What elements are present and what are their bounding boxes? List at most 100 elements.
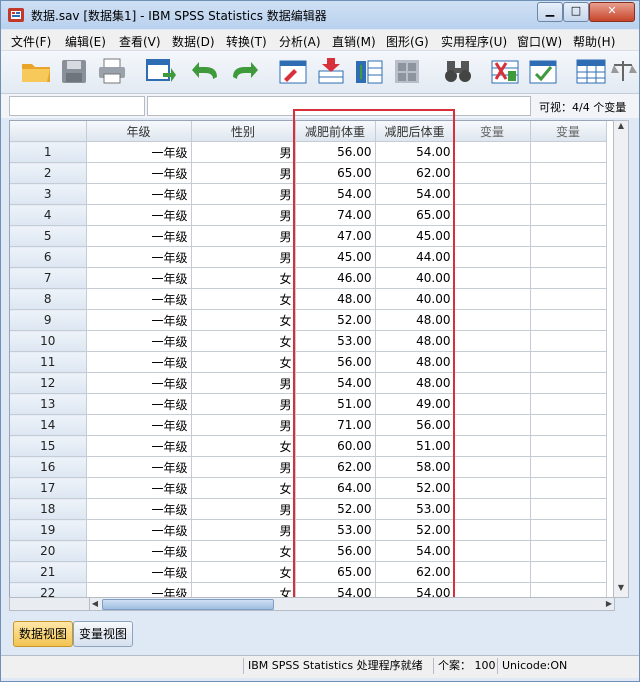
- cell-weight-after[interactable]: 54.00: [375, 582, 455, 597]
- select-cases-icon[interactable]: [526, 55, 560, 87]
- menu-edit[interactable]: 编辑(E): [65, 33, 106, 50]
- column-header-weight-after[interactable]: 减肥后体重: [375, 121, 455, 142]
- row-number[interactable]: 17: [10, 477, 87, 499]
- cell-weight-after[interactable]: 40.00: [375, 267, 455, 289]
- corner-cell[interactable]: [10, 121, 87, 142]
- row-number[interactable]: 1: [10, 141, 87, 163]
- cell-weight-after[interactable]: 56.00: [375, 414, 455, 436]
- cell-grade[interactable]: 一年级: [86, 435, 192, 457]
- row-number[interactable]: 11: [10, 351, 87, 373]
- row-number[interactable]: 21: [10, 561, 87, 583]
- cell-empty[interactable]: [454, 540, 531, 562]
- close-button[interactable]: ✕: [589, 2, 635, 22]
- menu-window[interactable]: 窗口(W): [517, 33, 562, 50]
- cell-weight-after[interactable]: 54.00: [375, 540, 455, 562]
- cell-name-field[interactable]: [9, 96, 145, 116]
- cell-grade[interactable]: 一年级: [86, 141, 192, 163]
- row-number[interactable]: 9: [10, 309, 87, 331]
- split-file-icon[interactable]: [390, 55, 424, 87]
- cell-sex[interactable]: 男: [191, 414, 296, 436]
- save-disk-icon[interactable]: [57, 55, 91, 87]
- tab-data-view[interactable]: 数据视图: [13, 621, 74, 647]
- table-row[interactable]: 14 一年级男 71.00 56.00: [10, 414, 607, 436]
- cell-empty[interactable]: [454, 309, 531, 331]
- cell-empty[interactable]: [530, 162, 607, 184]
- cell-weight-before[interactable]: 62.00: [295, 456, 376, 478]
- table-row[interactable]: 4 一年级男 74.00 65.00: [10, 204, 607, 226]
- cell-grade[interactable]: 一年级: [86, 582, 192, 597]
- row-number[interactable]: 20: [10, 540, 87, 562]
- table-row[interactable]: 12 一年级男 54.00 48.00: [10, 372, 607, 394]
- cell-sex[interactable]: 男: [191, 372, 296, 394]
- table-row[interactable]: 19 一年级男 53.00 52.00: [10, 519, 607, 541]
- cell-empty[interactable]: [454, 204, 531, 226]
- cell-grade[interactable]: 一年级: [86, 204, 192, 226]
- table-row[interactable]: 20 一年级女 56.00 54.00: [10, 540, 607, 562]
- row-header-scrollbar[interactable]: [9, 597, 91, 611]
- cell-weight-before[interactable]: 54.00: [295, 183, 376, 205]
- cell-empty[interactable]: [454, 582, 531, 597]
- cell-weight-before[interactable]: 48.00: [295, 288, 376, 310]
- cell-empty[interactable]: [454, 225, 531, 247]
- cell-weight-before[interactable]: 56.00: [295, 141, 376, 163]
- cell-weight-before[interactable]: 51.00: [295, 393, 376, 415]
- scroll-left-arrow-icon[interactable]: ◀: [90, 598, 100, 610]
- cell-sex[interactable]: 男: [191, 162, 296, 184]
- cell-weight-before[interactable]: 65.00: [295, 162, 376, 184]
- column-header-grade[interactable]: 年级: [86, 121, 192, 142]
- cell-weight-after[interactable]: 65.00: [375, 204, 455, 226]
- cell-weight-after[interactable]: 58.00: [375, 456, 455, 478]
- cell-weight-after[interactable]: 51.00: [375, 435, 455, 457]
- scroll-right-arrow-icon[interactable]: ▶: [604, 598, 614, 610]
- cell-grade[interactable]: 一年级: [86, 162, 192, 184]
- cell-weight-before[interactable]: 56.00: [295, 351, 376, 373]
- cell-empty[interactable]: [454, 330, 531, 352]
- cell-grade[interactable]: 一年级: [86, 330, 192, 352]
- cell-weight-before[interactable]: 52.00: [295, 309, 376, 331]
- menu-help[interactable]: 帮助(H): [573, 33, 615, 50]
- redo-icon[interactable]: [227, 55, 261, 87]
- cell-weight-before[interactable]: 74.00: [295, 204, 376, 226]
- scroll-down-arrow-icon[interactable]: ▼: [615, 583, 627, 597]
- cell-empty[interactable]: [530, 225, 607, 247]
- table-row[interactable]: 15 一年级女 60.00 51.00: [10, 435, 607, 457]
- cell-weight-before[interactable]: 56.00: [295, 540, 376, 562]
- cell-sex[interactable]: 男: [191, 225, 296, 247]
- cell-empty[interactable]: [530, 393, 607, 415]
- title-bar[interactable]: 数据.sav [数据集1] - IBM SPSS Statistics 数据编辑…: [1, 1, 639, 29]
- cell-sex[interactable]: 男: [191, 456, 296, 478]
- cell-weight-before[interactable]: 53.00: [295, 519, 376, 541]
- cell-weight-before[interactable]: 60.00: [295, 435, 376, 457]
- menu-transform[interactable]: 转换(T): [226, 33, 267, 50]
- cell-weight-after[interactable]: 49.00: [375, 393, 455, 415]
- cell-empty[interactable]: [454, 561, 531, 583]
- column-header-empty-variable[interactable]: 变量: [530, 121, 607, 142]
- cell-grade[interactable]: 一年级: [86, 414, 192, 436]
- cell-weight-after[interactable]: 62.00: [375, 162, 455, 184]
- cell-sex[interactable]: 女: [191, 477, 296, 499]
- row-number[interactable]: 22: [10, 582, 87, 597]
- cell-weight-after[interactable]: 45.00: [375, 225, 455, 247]
- row-number[interactable]: 5: [10, 225, 87, 247]
- table-row[interactable]: 21 一年级女 65.00 62.00: [10, 561, 607, 583]
- cell-sex[interactable]: 男: [191, 393, 296, 415]
- cell-weight-after[interactable]: 53.00: [375, 498, 455, 520]
- cell-sex[interactable]: 男: [191, 246, 296, 268]
- maximize-button[interactable]: □: [563, 2, 589, 22]
- cell-empty[interactable]: [530, 141, 607, 163]
- cell-sex[interactable]: 女: [191, 582, 296, 597]
- vertical-scrollbar[interactable]: ▲ ▼: [613, 120, 629, 598]
- cell-sex[interactable]: 女: [191, 288, 296, 310]
- cell-grade[interactable]: 一年级: [86, 309, 192, 331]
- weight-cases-icon[interactable]: [488, 55, 522, 87]
- cell-empty[interactable]: [454, 498, 531, 520]
- cell-empty[interactable]: [454, 393, 531, 415]
- cell-weight-before[interactable]: 47.00: [295, 225, 376, 247]
- cell-sex[interactable]: 女: [191, 267, 296, 289]
- table-row[interactable]: 10 一年级女 53.00 48.00: [10, 330, 607, 352]
- row-number[interactable]: 4: [10, 204, 87, 226]
- cell-empty[interactable]: [530, 561, 607, 583]
- cell-sex[interactable]: 女: [191, 561, 296, 583]
- cell-sex[interactable]: 女: [191, 540, 296, 562]
- row-number[interactable]: 14: [10, 414, 87, 436]
